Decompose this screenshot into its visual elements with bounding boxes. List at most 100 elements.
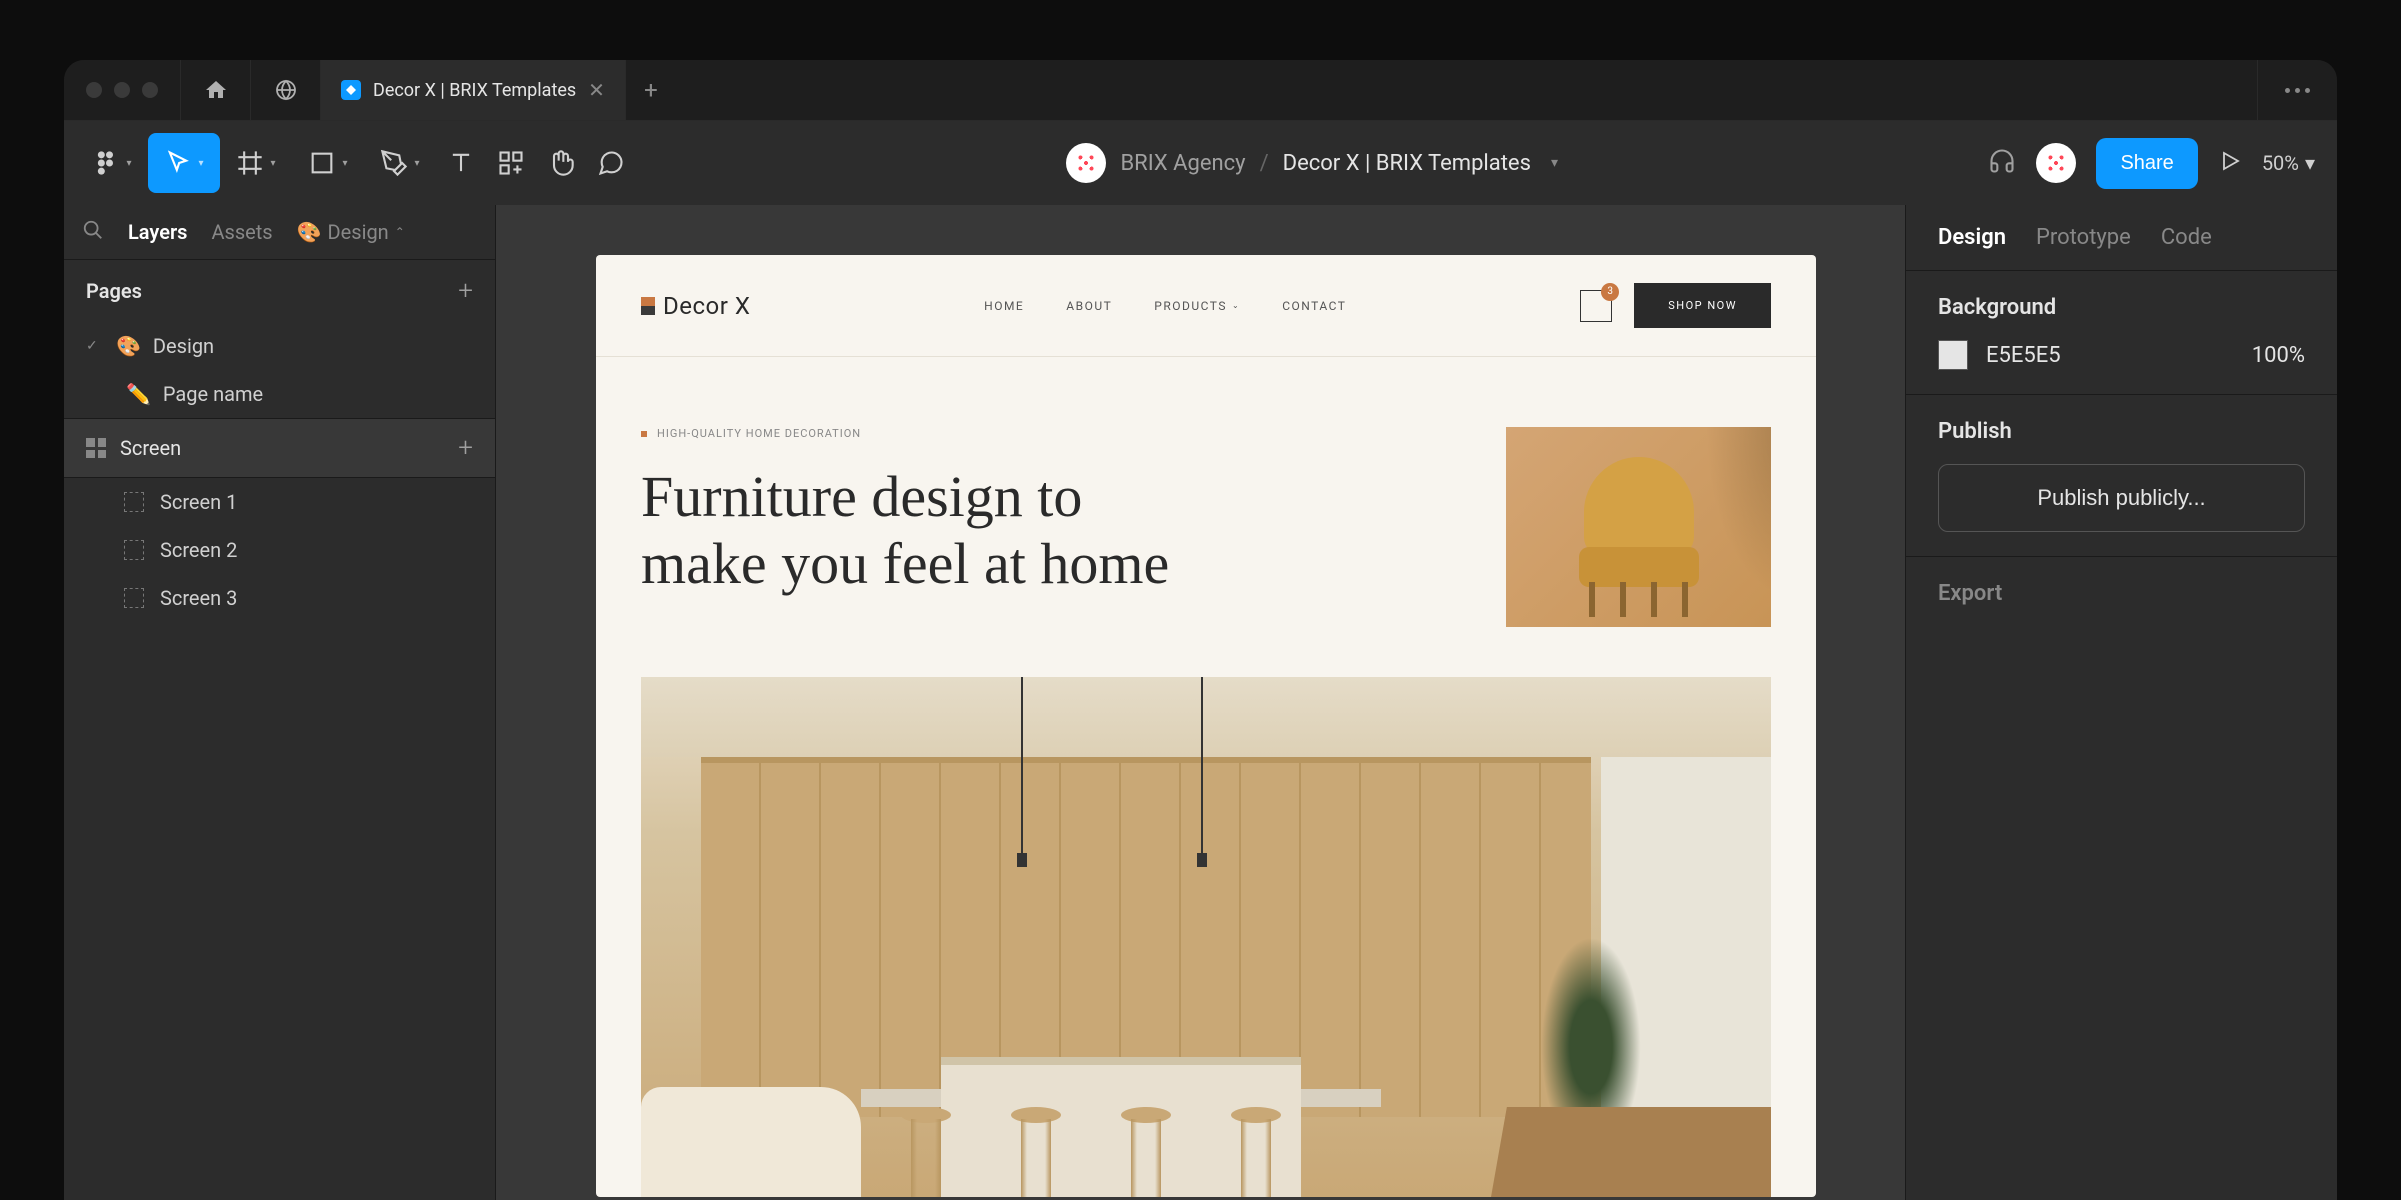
site-nav: Decor X HOME ABOUT PRODUCTS ⌄ CONTACT 3 [596, 255, 1816, 357]
color-opacity-input[interactable]: 100% [2252, 343, 2305, 368]
search-button[interactable] [82, 219, 104, 245]
chevron-down-icon: ▾ [342, 158, 347, 169]
layer-item-screen1[interactable]: Screen 1 [64, 478, 495, 526]
text-tool-button[interactable] [436, 133, 486, 193]
home-tab-button[interactable] [181, 60, 251, 120]
tab-design[interactable]: Design [1938, 225, 2006, 250]
page-name: Design [153, 334, 214, 358]
chevron-down-icon: ▾ [198, 158, 203, 169]
community-tab-button[interactable] [251, 60, 321, 120]
section-icon [86, 438, 106, 458]
add-page-button[interactable]: + [458, 276, 473, 306]
maximize-window-icon[interactable] [142, 82, 158, 98]
audio-button[interactable] [1988, 147, 2016, 179]
check-icon: ✓ [86, 338, 104, 354]
home-icon [204, 78, 228, 102]
move-tool-button[interactable]: ▾ [148, 133, 220, 193]
tab-layers[interactable]: Layers [128, 220, 187, 244]
page-item-pagename[interactable]: ✏️ Page name [64, 370, 495, 418]
pen-tool-button[interactable]: ▾ [364, 133, 436, 193]
window-controls [64, 60, 181, 120]
nav-contact: CONTACT [1282, 299, 1346, 313]
more-menu-button[interactable] [2257, 60, 2337, 120]
background-section: Background E5E5E5 100% [1906, 271, 2337, 395]
zoom-dropdown[interactable]: 50% ▾ [2262, 151, 2325, 175]
comment-icon [597, 149, 625, 177]
zoom-value: 50% [2262, 151, 2299, 175]
layer-name: Screen 2 [160, 538, 237, 562]
new-tab-button[interactable]: + [626, 60, 676, 120]
publish-section: Publish Publish publicly... [1906, 395, 2337, 557]
nav-about: ABOUT [1066, 299, 1112, 313]
nav-home: HOME [984, 299, 1024, 313]
frame-icon [124, 588, 144, 608]
breadcrumb-separator: / [1260, 151, 1269, 176]
chevron-down-icon[interactable]: ▾ [1551, 155, 1558, 171]
tab-assets[interactable]: Assets [211, 220, 272, 244]
export-section[interactable]: Export [1906, 557, 2337, 630]
tab-bar: Decor X | BRIX Templates ✕ + [64, 60, 2337, 121]
close-window-icon[interactable] [86, 82, 102, 98]
page-name: Page name [163, 382, 263, 406]
present-button[interactable] [2218, 149, 2242, 177]
cursor-icon [164, 149, 192, 177]
hand-tool-button[interactable] [536, 133, 586, 193]
team-avatar[interactable] [1066, 143, 1106, 183]
close-tab-button[interactable]: ✕ [588, 78, 605, 102]
resources-button[interactable] [486, 133, 536, 193]
chevron-down-icon: ▾ [2305, 151, 2315, 175]
palette-emoji-icon: 🎨 [297, 220, 322, 244]
cart-badge: 3 [1601, 283, 1619, 301]
canvas[interactable]: Decor X HOME ABOUT PRODUCTS ⌄ CONTACT 3 [496, 205, 1905, 1200]
layer-name: Screen 3 [160, 586, 237, 610]
site-logo: Decor X [641, 292, 750, 320]
user-avatar[interactable] [2036, 143, 2076, 183]
ellipsis-icon [2285, 88, 2310, 93]
bullet-icon [641, 431, 647, 437]
globe-icon [274, 78, 298, 102]
logo-text: Decor X [663, 292, 750, 320]
layer-item-screen3[interactable]: Screen 3 [64, 574, 495, 622]
hero-eyebrow: HIGH-QUALITY HOME DECORATION [641, 427, 1466, 440]
logo-mark-icon [641, 297, 655, 315]
chevron-down-icon: ▾ [126, 158, 131, 169]
publish-label: Publish [1938, 419, 2305, 444]
frame-tool-button[interactable]: ▾ [220, 133, 292, 193]
main-menu-button[interactable]: ▾ [76, 133, 148, 193]
page-item-design[interactable]: ✓ 🎨 Design [64, 322, 495, 370]
tab-code[interactable]: Code [2161, 225, 2212, 250]
pen-icon [380, 149, 408, 177]
play-icon [2218, 149, 2242, 173]
color-hex-input[interactable]: E5E5E5 [1986, 343, 2234, 368]
minimize-window-icon[interactable] [114, 82, 130, 98]
hero-image [1506, 427, 1771, 627]
publish-button[interactable]: Publish publicly... [1938, 464, 2305, 532]
add-frame-button[interactable]: + [458, 433, 473, 463]
chevron-down-icon: ⌄ [1232, 301, 1240, 310]
file-name[interactable]: Decor X | BRIX Templates [1283, 151, 1531, 176]
comment-tool-button[interactable] [586, 133, 636, 193]
screen-section-header[interactable]: Screen + [64, 418, 495, 478]
frame-icon [124, 540, 144, 560]
pages-section-header: Pages + [64, 260, 495, 322]
hand-icon [547, 149, 575, 177]
screen-label: Screen [120, 436, 181, 460]
file-tab[interactable]: Decor X | BRIX Templates ✕ [321, 60, 626, 120]
palette-emoji-icon: 🎨 [116, 334, 141, 358]
pencil-emoji-icon: ✏️ [126, 382, 151, 406]
shape-tool-button[interactable]: ▾ [292, 133, 364, 193]
color-swatch[interactable] [1938, 340, 1968, 370]
tab-prototype[interactable]: Prototype [2036, 225, 2131, 250]
layer-name: Screen 1 [160, 490, 237, 514]
artboard[interactable]: Decor X HOME ABOUT PRODUCTS ⌄ CONTACT 3 [596, 255, 1816, 1197]
layer-item-screen2[interactable]: Screen 2 [64, 526, 495, 574]
chevron-up-icon: ⌃ [395, 225, 405, 239]
frame-icon [124, 492, 144, 512]
share-button[interactable]: Share [2096, 138, 2197, 189]
team-name[interactable]: BRIX Agency [1120, 151, 1245, 176]
hero-title: Furniture design to make you feel at hom… [641, 464, 1466, 597]
search-icon [82, 219, 104, 241]
resources-icon [497, 149, 525, 177]
nav-products: PRODUCTS ⌄ [1154, 299, 1240, 313]
tab-page-design[interactable]: 🎨 Design ⌃ [297, 220, 405, 244]
